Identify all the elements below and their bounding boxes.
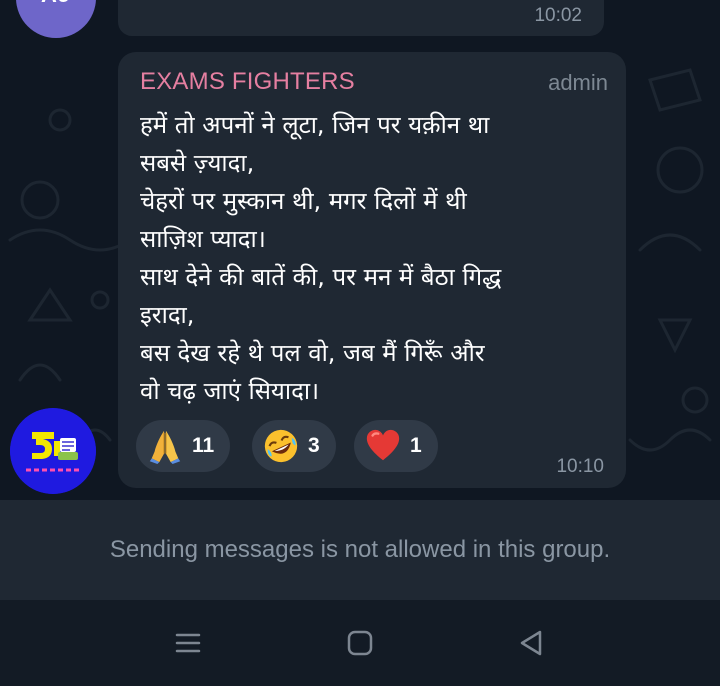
message-line: हमें तो अपनों ने लूटा, जिन पर यक़ीन था: [140, 111, 490, 139]
reaction-folded-hands[interactable]: 11: [136, 420, 231, 472]
message-text: हमें तो अपनों ने लूटा, जिन पर यक़ीन था स…: [140, 106, 610, 410]
message-bubble[interactable]: EXAMS FIGHTERS admin हमें तो अपनों ने लू…: [118, 52, 626, 488]
message-line: चेहरों पर मुस्कान थी, मगर दिलों में थी: [140, 187, 467, 215]
system-navigation-bar: [0, 600, 720, 686]
read-only-notice: Sending messages is not allowed in this …: [109, 536, 611, 563]
reaction-laughing[interactable]: 3: [252, 420, 336, 472]
message-line: साथ देने की बातें की, पर मन में बैठा गिद…: [140, 263, 502, 291]
previous-message-time: 10:02: [534, 5, 582, 26]
chat-area[interactable]: 10:02 AJ EXAMS FIGHTERS admin हमें तो अप…: [0, 0, 720, 500]
message-line: साज़िश प्यादा।: [140, 225, 266, 253]
sender-name[interactable]: EXAMS FIGHTERS: [140, 68, 355, 96]
admin-badge: admin: [548, 70, 608, 95]
menu-icon[interactable]: [171, 626, 205, 660]
reaction-heart[interactable]: 1: [354, 420, 438, 472]
previous-sender-initials: AJ: [16, 0, 96, 8]
channel-logo-icon: [10, 408, 96, 494]
message-time: 10:10: [556, 456, 604, 477]
message-line: इरादा,: [140, 301, 195, 329]
previous-message-bubble[interactable]: 10:02: [118, 0, 604, 36]
message-line: वो चढ़ जाएं सियादा।: [140, 377, 320, 405]
red-heart-icon: [366, 429, 400, 461]
folded-hands-icon: [149, 430, 181, 465]
read-only-notice-bar: Sending messages is not allowed in this …: [0, 500, 720, 600]
message-line: सबसे ज़्यादा,: [140, 149, 255, 177]
rolling-on-floor-laughing-icon: [264, 429, 298, 463]
reaction-count: 3: [308, 434, 320, 457]
channel-avatar[interactable]: [10, 408, 96, 494]
reaction-count: 11: [192, 434, 215, 457]
back-icon[interactable]: [514, 626, 548, 660]
message-line: बस देख रहे थे पल वो, जब मैं गिरूँ और: [140, 339, 485, 367]
home-icon[interactable]: [343, 626, 377, 660]
reaction-count: 1: [410, 434, 422, 457]
